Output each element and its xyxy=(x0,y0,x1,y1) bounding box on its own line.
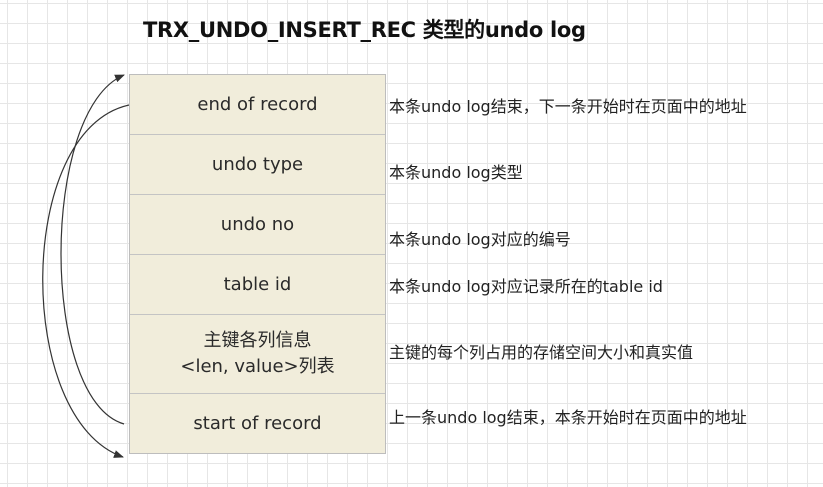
start-of-record-arrow xyxy=(60,74,125,425)
undo-log-record-structure: end of record undo type undo no table id… xyxy=(129,74,386,454)
desc-table-id: 本条undo log对应记录所在的table id xyxy=(389,277,663,296)
field-undo-no: undo no xyxy=(130,195,385,255)
field-undo-type: undo type xyxy=(130,135,385,195)
field-start-of-record: start of record xyxy=(193,412,322,434)
field-primary-key-line2: <len, value>列表 xyxy=(180,356,335,377)
field-end-of-record: end of record xyxy=(130,75,385,135)
desc-start-of-record: 上一条undo log结束，本条开始时在页面中的地址 xyxy=(389,408,747,427)
field-primary-key-line1: 主键各列信息 xyxy=(203,330,312,351)
desc-primary-key-columns: 主键的每个列占用的存储空间大小和真实值 xyxy=(389,343,694,362)
desc-undo-type: 本条undo log类型 xyxy=(389,163,523,182)
field-primary-key-columns: 主键各列信息 <len, value>列表 xyxy=(130,315,385,394)
desc-end-of-record: 本条undo log结束，下一条开始时在页面中的地址 xyxy=(389,97,747,116)
field-table-id: table id xyxy=(130,255,385,315)
desc-undo-no: 本条undo log对应的编号 xyxy=(389,230,571,249)
end-of-record-arrow xyxy=(42,104,130,458)
